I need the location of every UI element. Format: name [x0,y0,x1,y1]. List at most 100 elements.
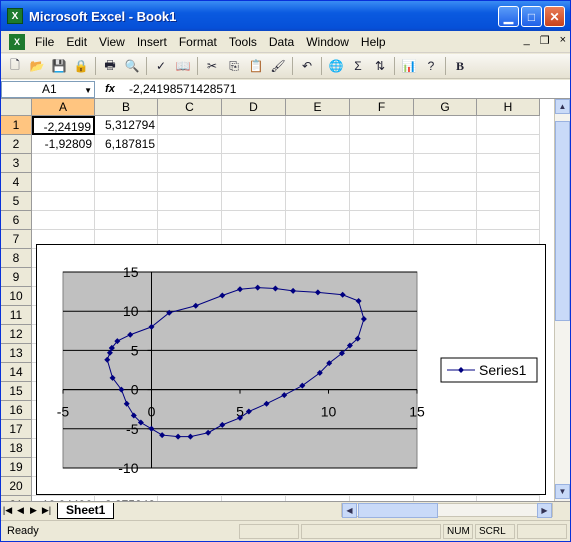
cell[interactable] [350,154,414,173]
menu-data[interactable]: Data [263,35,300,49]
maximize-button[interactable]: □ [521,6,542,27]
column-header-d[interactable]: D [222,99,286,116]
legend[interactable]: Series1 [440,357,538,383]
cell[interactable]: -1,92809 [32,135,95,154]
bold-button[interactable]: B [450,56,470,76]
menu-format[interactable]: Format [173,35,223,49]
cell[interactable] [286,116,350,135]
cell[interactable] [95,154,158,173]
cut-icon[interactable]: ✂ [202,56,222,76]
cell[interactable] [286,211,350,230]
cell[interactable] [32,192,95,211]
cell[interactable] [350,135,414,154]
column-header-g[interactable]: G [414,99,477,116]
row-header[interactable]: 20 [1,477,32,496]
cell[interactable] [286,173,350,192]
print-preview-icon[interactable]: 🔍 [122,56,142,76]
column-header-e[interactable]: E [286,99,350,116]
row-header[interactable]: 9 [1,268,32,287]
save-icon[interactable]: 💾 [49,56,69,76]
cell[interactable] [95,211,158,230]
row-header[interactable]: 14 [1,363,32,382]
row-header[interactable]: 12 [1,325,32,344]
cell[interactable] [158,173,222,192]
new-icon[interactable]: 🗋 [5,56,25,76]
chart-wizard-icon[interactable]: 📊 [399,56,419,76]
cell[interactable] [350,116,414,135]
cell[interactable] [414,135,477,154]
last-sheet-icon[interactable]: ▶| [40,505,53,516]
cell[interactable] [222,116,286,135]
cell[interactable] [477,154,540,173]
insert-function-icon[interactable]: fx [95,83,125,95]
scroll-left-icon[interactable]: ◀ [342,503,357,518]
row-header[interactable]: 5 [1,192,32,211]
cell[interactable] [222,173,286,192]
row-header[interactable]: 2 [1,135,32,154]
minimize-button[interactable]: ▁ [498,6,519,27]
workbook-minimize-button[interactable]: _ [524,34,530,47]
row-header[interactable]: 18 [1,439,32,458]
paste-icon[interactable]: 📋 [246,56,266,76]
row-header[interactable]: 6 [1,211,32,230]
cell[interactable] [286,154,350,173]
row-header[interactable]: 11 [1,306,32,325]
help-icon[interactable]: ? [421,56,441,76]
cell[interactable] [158,116,222,135]
spelling-icon[interactable]: ✓ [151,56,171,76]
menu-edit[interactable]: Edit [60,35,93,49]
scroll-down-icon[interactable]: ▼ [555,484,570,499]
column-header-b[interactable]: B [95,99,158,116]
row-header[interactable]: 1 [1,116,32,135]
cell[interactable] [477,135,540,154]
menu-view[interactable]: View [93,35,131,49]
open-icon[interactable]: 📂 [27,56,47,76]
cell[interactable] [95,192,158,211]
column-header-c[interactable]: C [158,99,222,116]
workbook-close-button[interactable]: × [560,34,566,47]
prev-sheet-icon[interactable]: ◀ [14,505,27,516]
scroll-right-icon[interactable]: ▶ [537,503,552,518]
active-cell[interactable]: -2,24199 [32,116,95,135]
cell[interactable] [414,211,477,230]
research-icon[interactable]: 📖 [173,56,193,76]
menu-insert[interactable]: Insert [131,35,173,49]
cell[interactable] [414,192,477,211]
cell[interactable] [286,192,350,211]
cell[interactable] [350,192,414,211]
horizontal-scrollbar[interactable]: ◀ ▶ [341,503,553,518]
formula-input[interactable]: -2,24198571428571 [125,82,236,96]
cell[interactable] [158,211,222,230]
row-header[interactable]: 16 [1,401,32,420]
row-header[interactable]: 4 [1,173,32,192]
row-header[interactable]: 13 [1,344,32,363]
cell[interactable] [32,211,95,230]
row-header[interactable]: 3 [1,154,32,173]
sort-ascending-icon[interactable]: ⇅ [370,56,390,76]
cell[interactable] [477,211,540,230]
format-painter-icon[interactable]: 🖌 [268,56,288,76]
row-header[interactable]: 19 [1,458,32,477]
cell[interactable]: 6,187815 [95,135,158,154]
chevron-down-icon[interactable]: ▼ [84,86,92,95]
cell[interactable] [414,154,477,173]
horizontal-scroll-thumb[interactable] [358,503,438,518]
column-header-a[interactable]: A [32,99,95,116]
permission-icon[interactable]: 🔒 [71,56,91,76]
select-all-corner[interactable] [1,99,32,116]
sheet-tab-sheet1[interactable]: Sheet1 [57,502,115,519]
next-sheet-icon[interactable]: ▶ [27,505,40,516]
cell[interactable] [158,135,222,154]
row-header[interactable]: 17 [1,420,32,439]
menu-help[interactable]: Help [355,35,392,49]
cell[interactable] [32,154,95,173]
autosum-icon[interactable]: Σ [348,56,368,76]
cell[interactable] [414,173,477,192]
cell[interactable] [286,135,350,154]
cell[interactable] [477,173,540,192]
cell[interactable] [222,211,286,230]
scatter-chart[interactable]: -5 0 5 10 15-10-5051015 Series1 [36,244,546,495]
cell[interactable] [95,173,158,192]
undo-icon[interactable]: ↶ [297,56,317,76]
cell[interactable]: 5,312794 [95,116,158,135]
